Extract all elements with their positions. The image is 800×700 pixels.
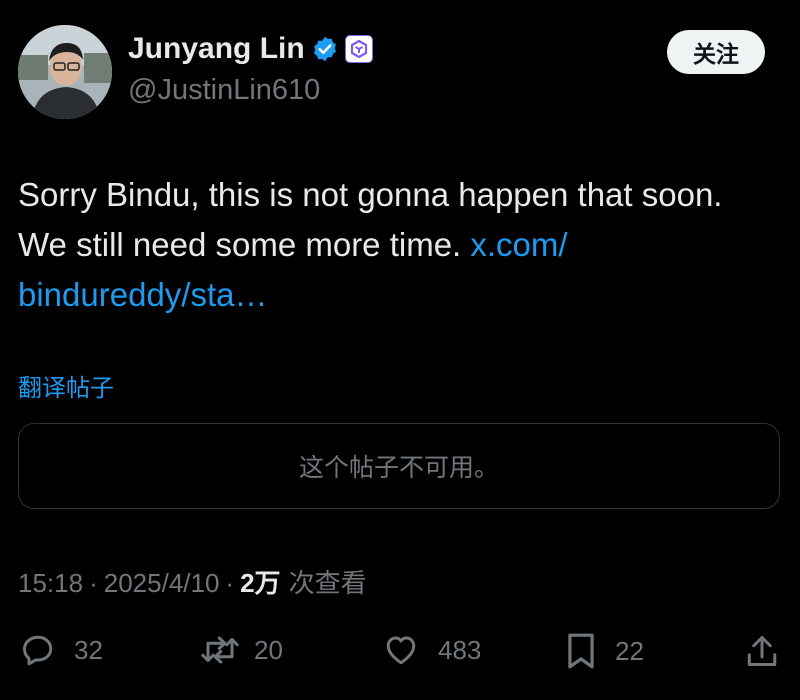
heart-icon	[386, 636, 416, 665]
reply-button[interactable]: 32	[20, 632, 103, 668]
meta-separator: ·	[225, 568, 235, 598]
translate-post-link[interactable]: 翻译帖子	[18, 368, 114, 403]
verified-badge-icon	[313, 36, 336, 62]
unavailable-message: 这个帖子不可用。	[298, 453, 499, 482]
tweet-text: Sorry Bindu, this is not gonna happen th…	[18, 176, 723, 263]
retweet-icon	[201, 636, 239, 664]
like-count: 483	[438, 634, 482, 665]
retweet-count: 20	[254, 634, 283, 665]
post-date[interactable]: 2025/4/10	[104, 568, 220, 599]
avatar[interactable]	[18, 25, 112, 119]
retweet-button[interactable]: 20	[200, 632, 283, 668]
quoted-post-unavailable: 这个帖子不可用。	[18, 423, 780, 509]
bookmark-icon	[568, 633, 594, 669]
like-button[interactable]: 483	[382, 632, 481, 668]
author-name[interactable]: Junyang Lin	[128, 32, 305, 66]
tweet-meta: 15:18 · 2025/4/10 · 2万 次查看	[18, 563, 367, 600]
follow-button[interactable]: 关注	[667, 30, 765, 74]
share-icon	[747, 636, 777, 666]
org-affiliate-icon[interactable]	[344, 35, 373, 63]
bookmark-count: 22	[615, 635, 644, 666]
author-name-row[interactable]: Junyang Lin	[128, 32, 373, 66]
bookmark-button[interactable]: 22	[565, 632, 644, 670]
reply-icon	[23, 635, 53, 666]
post-time[interactable]: 15:18	[18, 568, 83, 599]
share-button[interactable]	[744, 632, 780, 670]
view-count: 2万	[240, 568, 281, 598]
views-label: 次查看	[288, 569, 367, 599]
author-handle[interactable]: @JustinLin610	[128, 74, 320, 107]
reply-count: 32	[74, 634, 103, 665]
meta-separator: ·	[89, 568, 98, 598]
tweet-body: Sorry Bindu, this is not gonna happen th…	[18, 170, 738, 320]
